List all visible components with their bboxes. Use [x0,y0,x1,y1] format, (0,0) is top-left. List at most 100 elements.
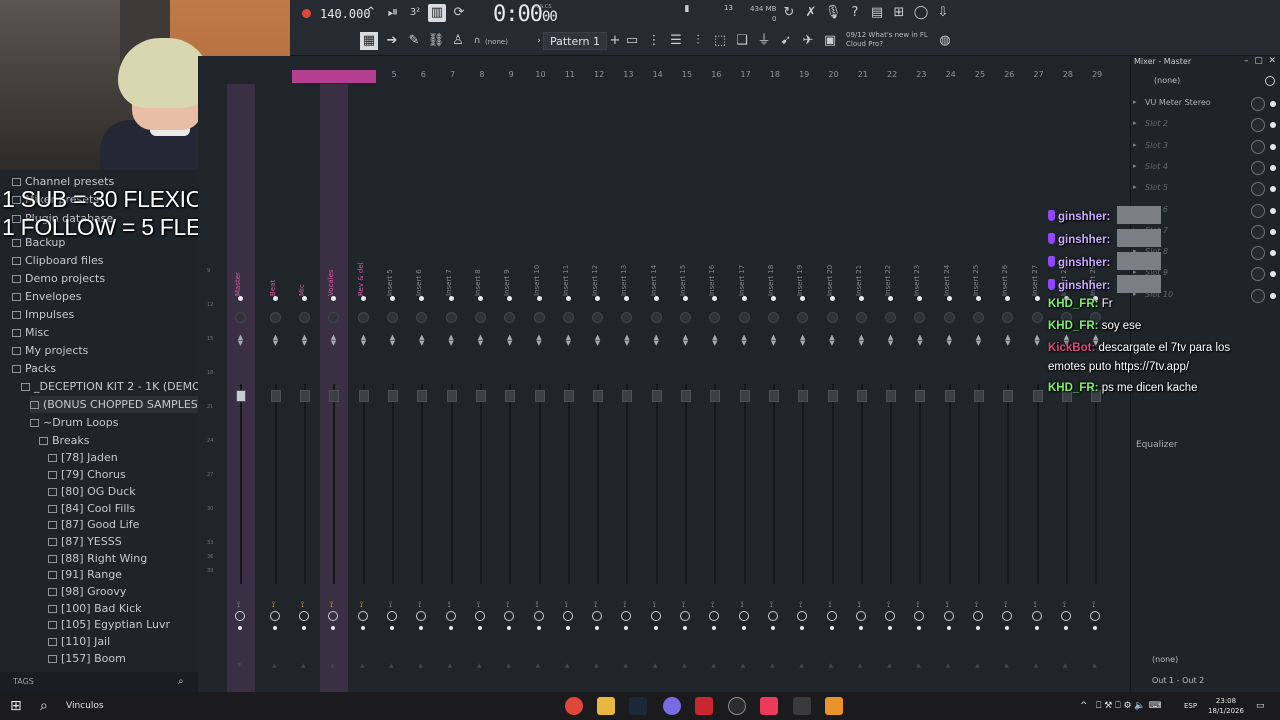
expand-icon[interactable]: ▸ [1133,119,1137,127]
mute-led[interactable] [917,296,923,301]
strip-label[interactable]: Insert 19 [796,260,808,296]
route-led[interactable] [624,626,629,630]
link-icon[interactable]: ⛓ [427,32,445,50]
fader-track[interactable] [333,384,335,584]
slot-enable-led[interactable] [1270,101,1276,107]
browser-item[interactable]: [91] Range [48,566,122,583]
effect-slot[interactable]: ▸ Slot 2 [1133,115,1277,135]
input-icon[interactable] [1265,76,1275,86]
send-icon[interactable]: ⟟ [1063,600,1066,610]
send-icon[interactable]: ⟟ [946,600,949,610]
volume-fader[interactable] [856,390,867,402]
mixer-view-icon[interactable]: ⫶ [689,32,707,50]
mute-led[interactable] [565,296,571,301]
microphone-icon[interactable]: 🎙 [824,4,842,22]
strip-label[interactable]: Insert 14 [650,260,662,296]
step-edit-icon[interactable]: ▥ [428,4,446,22]
pan-knob[interactable] [767,312,779,323]
volume-fader[interactable] [827,390,838,402]
browser-item[interactable]: [84] Cool Fills [48,500,135,517]
record-button[interactable] [302,9,311,18]
strip-arrow-icon[interactable]: ▲ [975,662,980,669]
magnet-icon[interactable]: ∩ [468,32,486,50]
mixer-strip[interactable]: Insert 26 ▲ ▼ ⟟ ▲ [994,84,1022,692]
volume-fader[interactable] [563,390,574,402]
strip-label[interactable]: Insert 9 [503,260,515,296]
pan-knob[interactable] [358,312,369,323]
save-icon[interactable]: ▤ [868,4,886,22]
strip-arrow-icon[interactable]: ▲ [418,662,423,669]
route-button[interactable] [680,611,690,621]
route-button[interactable] [767,611,778,621]
mute-led[interactable] [477,296,483,301]
route-button[interactable] [270,611,280,621]
stereo-separation[interactable]: ▲ ▼ [623,334,630,347]
strip-arrow-icon[interactable]: ▲ [1004,662,1009,669]
slot-mix-knob[interactable] [1251,97,1265,111]
send-icon[interactable]: ⟟ [887,600,890,610]
route-led[interactable] [1093,626,1098,630]
stereo-separation[interactable]: ▲ ▼ [770,334,777,347]
route-button[interactable] [973,611,983,621]
pan-knob[interactable] [504,312,516,323]
route-led[interactable] [1034,626,1039,630]
metronome-icon[interactable]: ⌃ [362,4,380,22]
route-button[interactable] [943,611,954,621]
volume-fader[interactable] [475,390,486,402]
volume-fader[interactable] [300,390,310,402]
channel-rack-icon[interactable]: ⋮ [645,32,663,50]
route-led[interactable] [419,626,424,630]
route-button[interactable] [1031,611,1042,621]
strip-arrow-icon[interactable]: ▲ [477,662,482,669]
mute-led[interactable] [653,296,659,301]
expand-icon[interactable]: ▸ [1133,162,1137,170]
volume-fader[interactable] [739,390,750,402]
mixer-strip[interactable]: Insert 10 ▲ ▼ ⟟ ▲ [526,84,554,692]
mixer-strip[interactable]: Insert 18 ▲ ▼ ⟟ ▲ [760,84,788,692]
fader-track[interactable] [743,384,746,584]
pan-knob[interactable] [299,312,310,323]
route-led[interactable] [302,626,306,630]
mute-led[interactable] [536,296,542,301]
strip-arrow-icon[interactable]: ▼ [237,662,242,669]
volume-fader[interactable] [974,390,984,402]
fader-track[interactable] [685,384,687,584]
slot-mix-knob[interactable] [1251,139,1265,154]
slot-mix-knob[interactable] [1251,160,1265,175]
pan-knob[interactable] [445,312,457,323]
volume-fader[interactable] [505,390,516,402]
fader-track[interactable] [240,384,242,584]
fader-track[interactable] [948,384,951,584]
mixer-strip[interactable]: Insert 25 ▲ ▼ ⟟ ▲ [965,84,993,692]
strip-label[interactable]: Insert 13 [620,260,632,296]
mute-led[interactable] [888,296,894,301]
fader-track[interactable] [421,384,424,584]
mixer-strip[interactable]: Insert 21 ▲ ▼ ⟟ ▲ [848,84,876,692]
route-led[interactable] [238,626,242,630]
mixer-strip[interactable]: Rev & del ▲ ▼ ⟟ ▲ [350,84,378,692]
mute-led[interactable] [238,296,243,301]
fader-track[interactable] [275,384,277,584]
fader-track[interactable] [860,384,863,584]
strip-label[interactable]: Vocales [327,260,339,296]
mixer-strip[interactable]: Insert 5 ▲ ▼ ⟟ ▲ [379,84,407,692]
pan-knob[interactable] [416,312,428,323]
stereo-separation[interactable]: ▲ ▼ [682,334,689,347]
volume-fader[interactable] [622,390,633,402]
pan-knob[interactable] [474,312,486,323]
send-icon[interactable]: ⟟ [360,600,363,610]
send-icon[interactable]: ⟟ [623,600,626,610]
piano-roll-icon[interactable]: ☰ [667,32,685,50]
strip-label[interactable]: Mic [298,260,310,296]
stereo-separation[interactable]: ▲ ▼ [477,334,484,347]
route-led[interactable] [888,626,893,630]
fader-track[interactable] [655,384,658,584]
pan-knob[interactable] [270,312,281,323]
mute-led[interactable] [741,296,747,301]
route-led[interactable] [273,626,277,630]
strip-label[interactable]: Insert 8 [474,260,486,296]
route-led[interactable] [536,626,541,630]
browser-item[interactable]: [88] Right Wing [48,550,147,567]
strip-label[interactable]: Rev & del [357,260,369,296]
browser-item[interactable]: Envelopes [12,288,81,305]
